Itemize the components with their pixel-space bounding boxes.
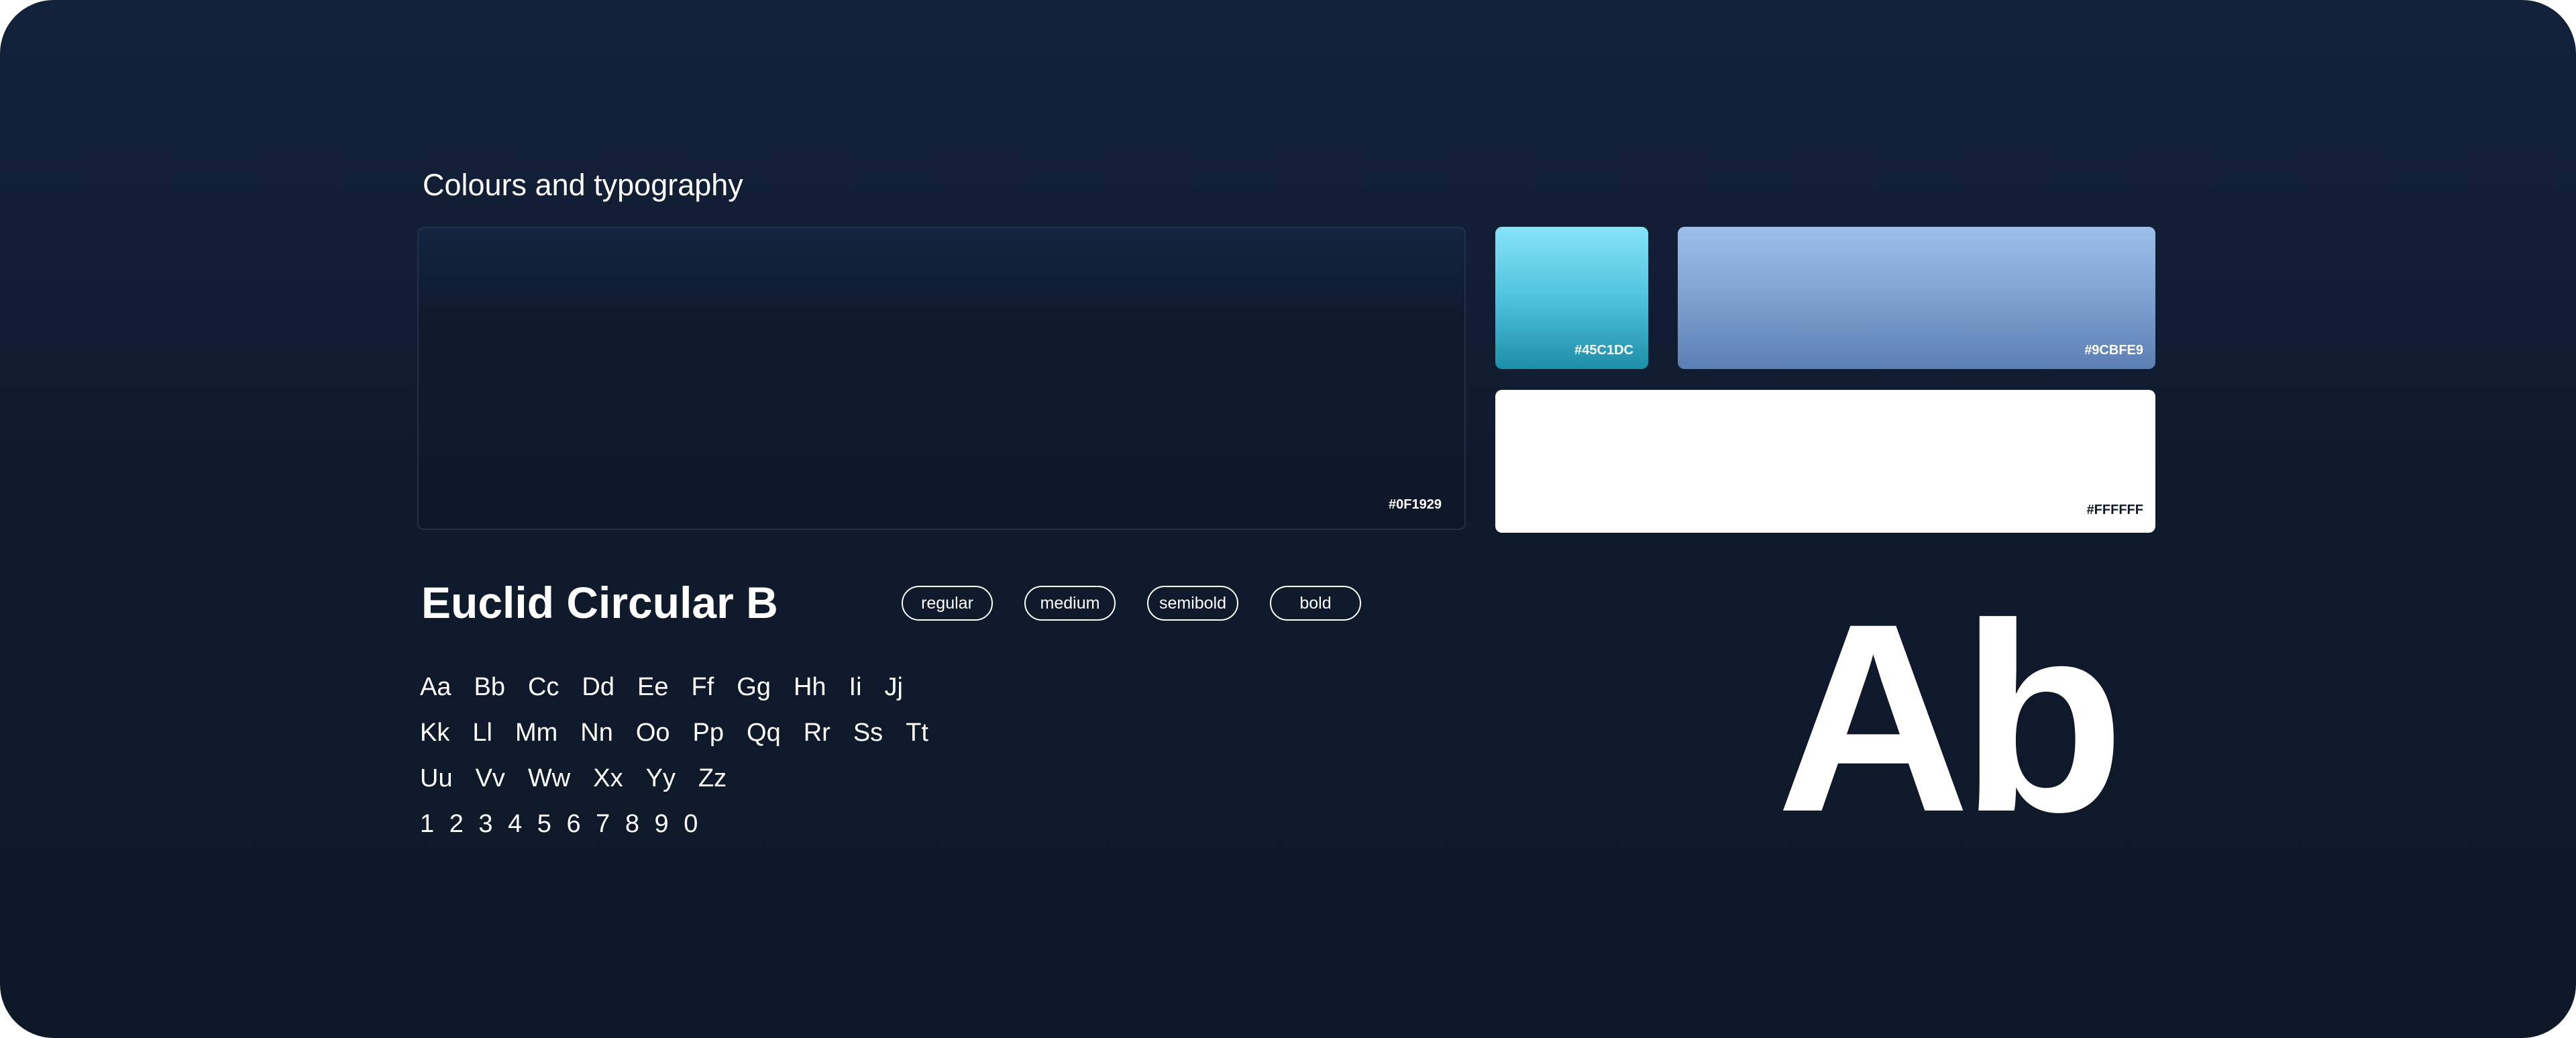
section-title: Colours and typography [423,168,743,202]
glyph-pair: Vv [475,764,505,792]
glyph-pair: Ii [849,673,862,701]
glyph-pair: Aa [420,673,451,701]
glyph-pair: Mm [515,719,558,747]
glyph-pair: Rr [803,719,830,747]
color-swatch-label: #45C1DC [1574,343,1633,358]
glyph-pair: Ll [472,719,492,747]
alphabet-row: Aa Bb Cc Dd Ee Ff Gg Hh Ii Jj [420,664,928,710]
glyph-pair: Ss [853,719,883,747]
color-swatch-label: #FFFFFF [2086,503,2143,517]
glyph-pair: Ww [527,764,571,792]
style-guide-card: Colours and typography #0F1929 #45C1DC #… [0,0,2576,1038]
glyph-pair: Nn [580,719,613,747]
glyph-pair: Dd [582,673,614,701]
glyph-pair: Uu [420,764,453,792]
font-name: Euclid Circular B [421,578,778,627]
glyph-pair: Ee [637,673,669,701]
color-swatch-cyan: #45C1DC [1495,227,1648,369]
color-swatch-dark: #0F1929 [417,227,1466,530]
glyph-pair: Xx [593,764,623,792]
weight-pill-bold: bold [1270,586,1361,621]
glyph-pair: Cc [527,673,559,701]
weight-pill-medium: medium [1024,586,1116,621]
glyph-pair: Jj [884,673,903,701]
glyph-pair: Qq [747,719,781,747]
font-weight-list: regular medium semibold bold [902,586,1361,621]
weight-pill-regular: regular [902,586,993,621]
color-swatch-blue: #9CBFE9 [1678,227,2155,369]
glyph-pair: Bb [474,673,505,701]
color-swatch-white: #FFFFFF [1495,390,2155,533]
glyph-pair: Ff [691,673,714,701]
glyph-pair: Hh [793,673,826,701]
glyph-pair: Gg [737,673,771,701]
color-swatch-label: #9CBFE9 [2084,343,2143,358]
alphabet-row: Uu Vv Ww Xx Yy Zz [420,756,928,801]
alphabet-specimen: Aa Bb Cc Dd Ee Ff Gg Hh Ii Jj Kk Ll Mm N… [420,664,928,847]
digits-row: 1 2 3 4 5 6 7 8 9 0 [420,810,702,838]
glyph-pair: Pp [692,719,724,747]
glyph-pair: Yy [645,764,676,792]
glyph-pair: Tt [906,719,928,747]
alphabet-row: Kk Ll Mm Nn Oo Pp Qq Rr Ss Tt [420,710,928,756]
weight-pill-semibold: semibold [1147,586,1238,621]
glyph-pair: Zz [698,764,727,792]
color-swatch-label: #0F1929 [1389,497,1442,512]
glyph-pair: Oo [635,719,670,747]
glyph-pair: Kk [420,719,450,747]
sample-glyph: Ab [1776,568,2125,868]
